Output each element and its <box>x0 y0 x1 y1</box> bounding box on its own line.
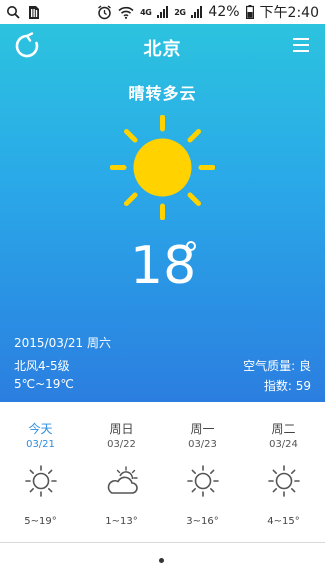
sun-icon <box>187 465 219 497</box>
forecast-day-range: 5~19° <box>24 516 57 527</box>
bottom-divider <box>0 542 325 543</box>
forecast-day-range: 1~13° <box>105 516 138 527</box>
menu-icon[interactable] <box>293 38 309 54</box>
battery-icon <box>245 5 254 19</box>
forecast-day-name: 今天 <box>28 422 53 436</box>
alarm-icon <box>98 4 112 19</box>
forecast-day-date: 03/24 <box>269 439 298 450</box>
signal-icon <box>157 6 169 18</box>
forecast-day-range: 3~16° <box>186 516 219 527</box>
temperature-range: 5℃~19℃ <box>14 377 74 391</box>
signal-icon-2 <box>191 6 203 18</box>
forecast-day-date: 03/22 <box>107 439 136 450</box>
wind-info: 北风4-5级 <box>14 359 70 373</box>
forecast-day-range: 4~15° <box>267 516 300 527</box>
forecast-day-name: 周一 <box>190 422 215 436</box>
forecast-day-today[interactable]: 今天 03/21 5~19° <box>0 402 81 542</box>
forecast-day-sunday[interactable]: 周日 03/22 1~13° <box>81 402 162 542</box>
page-indicator-dot[interactable] <box>159 558 164 563</box>
forecast-day-date: 03/23 <box>188 439 217 450</box>
sim-card-icon <box>29 5 39 19</box>
sun-icon <box>25 465 57 497</box>
forecast-row: 今天 03/21 5~19° 周日 03/22 1~13° 周一 03/23 3… <box>0 402 325 542</box>
status-bar: 4G 2G 42% 下午2:40 <box>0 0 325 24</box>
wifi-icon <box>118 6 134 19</box>
degree-symbol <box>186 241 196 251</box>
sun-icon <box>110 115 215 220</box>
search-icon <box>7 6 20 19</box>
status-time: 下午2:40 <box>259 5 319 21</box>
forecast-day-name: 周日 <box>109 422 134 436</box>
air-quality-index: 指数: 59 <box>263 379 311 393</box>
partly-cloudy-icon <box>107 466 138 494</box>
battery-percent: 42% <box>208 4 240 20</box>
air-quality: 空气质量: 良 <box>243 359 311 373</box>
forecast-day-date: 03/21 <box>26 439 55 450</box>
network-4g-label: 4G <box>140 7 152 17</box>
current-date: 2015/03/21 周六 <box>14 336 111 350</box>
network-2g-label: 2G <box>174 7 186 17</box>
weather-app: 4G 2G 42% 下午2:40 北京 晴转多云 18 2015/03/21 周… <box>0 0 325 578</box>
forecast-day-monday[interactable]: 周一 03/23 3~16° <box>162 402 243 542</box>
city-title: 北京 <box>143 39 182 60</box>
forecast-day-name: 周二 <box>271 422 296 436</box>
sun-icon <box>268 465 300 497</box>
forecast-day-tuesday[interactable]: 周二 03/24 4~15° <box>243 402 324 542</box>
weather-condition: 晴转多云 <box>128 84 197 103</box>
